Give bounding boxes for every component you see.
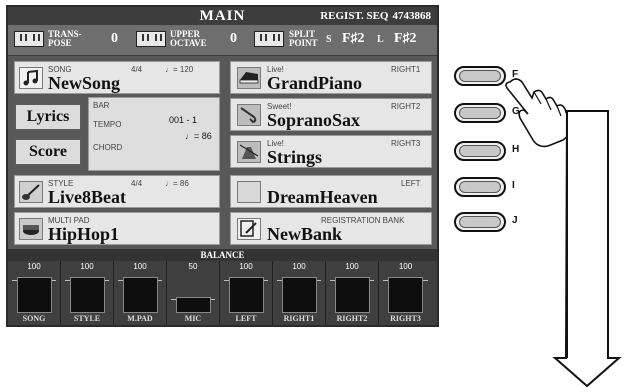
scroll-down-arrow-icon [552,110,622,388]
overlay-graphics [505,78,622,388]
pointing-hand-icon [505,78,572,148]
